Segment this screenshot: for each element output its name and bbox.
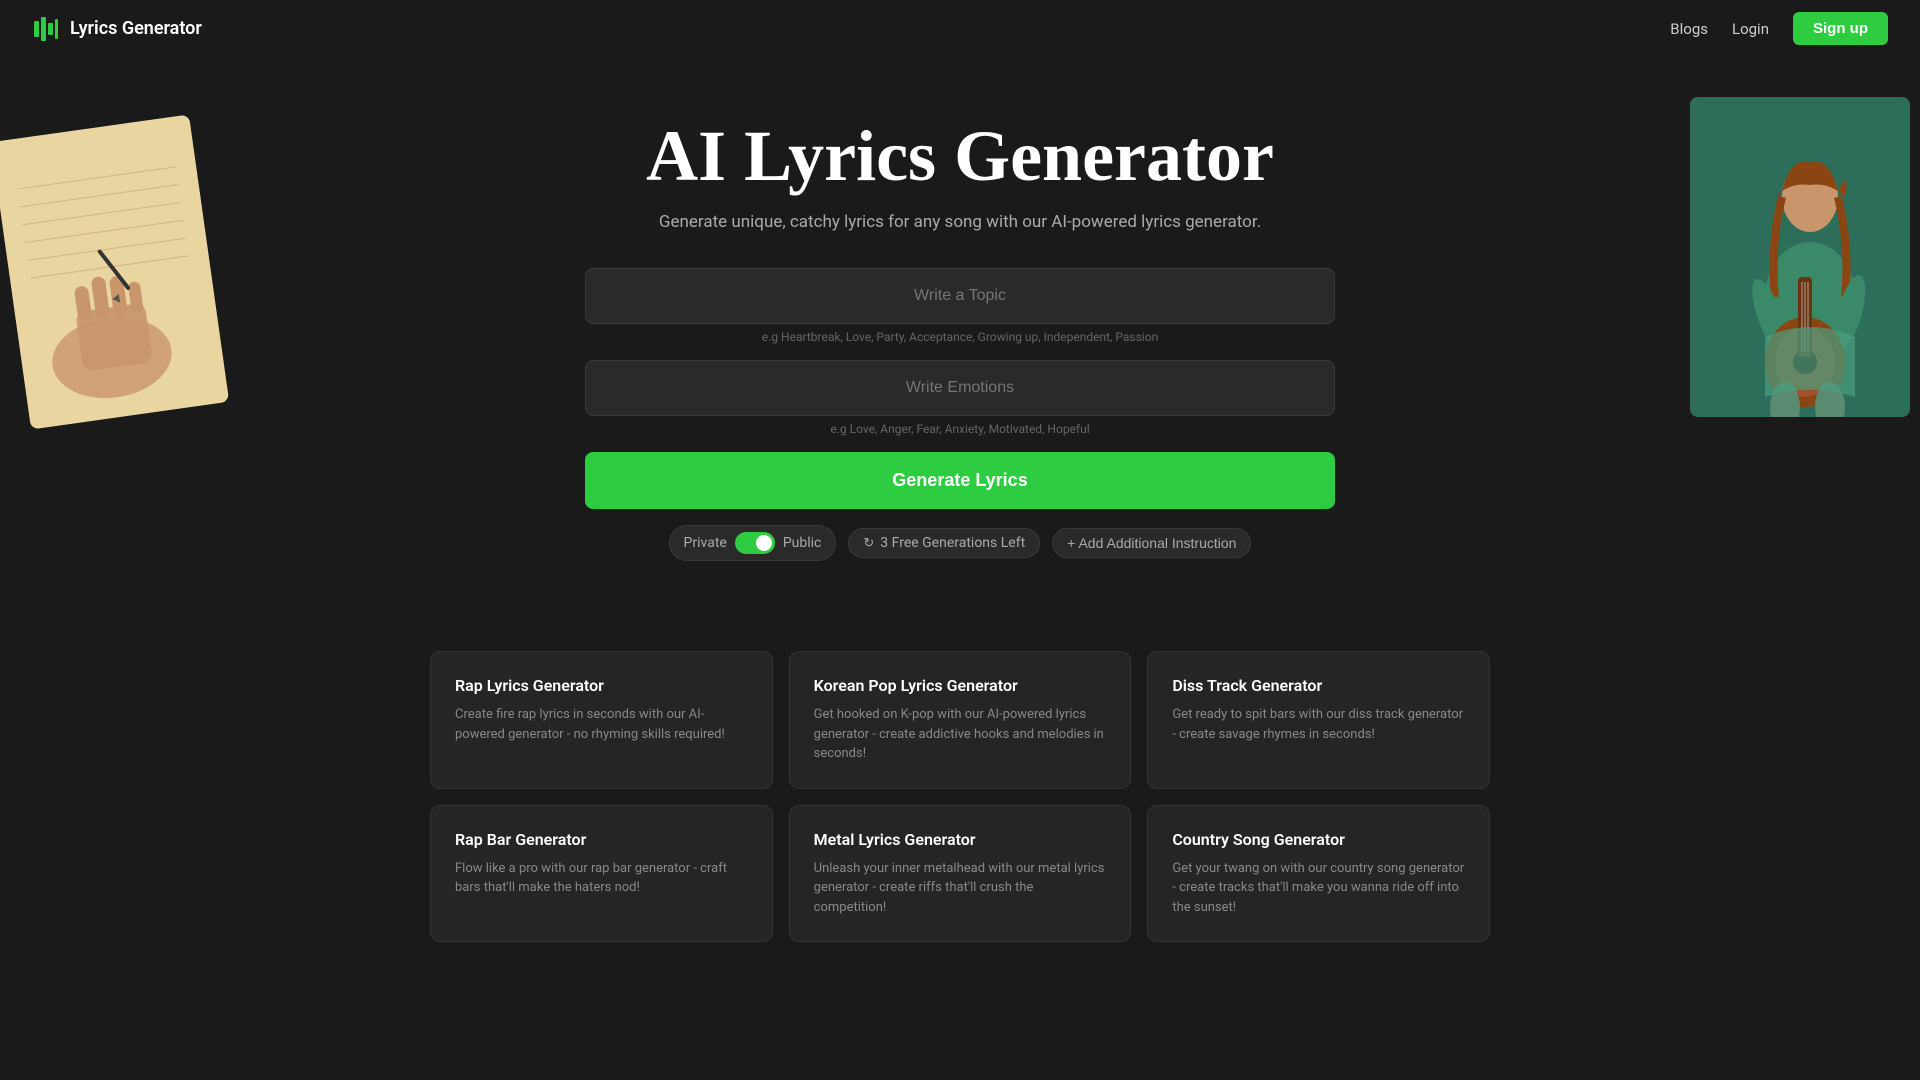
generate-button[interactable]: Generate Lyrics	[585, 452, 1335, 509]
card-item[interactable]: Country Song Generator Get your twang on…	[1147, 805, 1490, 943]
card-description: Flow like a pro with our rap bar generat…	[455, 859, 748, 898]
hero-section: AI Lyrics Generator Generate unique, cat…	[0, 57, 1920, 601]
card-description: Get your twang on with our country song …	[1172, 859, 1465, 918]
card-description: Get hooked on K-pop with our AI-powered …	[814, 705, 1107, 764]
card-item[interactable]: Rap Bar Generator Flow like a pro with o…	[430, 805, 773, 943]
navbar: Lyrics Generator Blogs Login Sign up	[0, 0, 1920, 57]
nav-links: Blogs Login Sign up	[1670, 12, 1888, 45]
logo[interactable]: Lyrics Generator	[32, 15, 202, 43]
card-item[interactable]: Diss Track Generator Get ready to spit b…	[1147, 651, 1490, 789]
toggle-slider	[735, 532, 775, 554]
refresh-icon: ↻	[863, 536, 874, 551]
card-item[interactable]: Korean Pop Lyrics Generator Get hooked o…	[789, 651, 1132, 789]
login-link[interactable]: Login	[1732, 20, 1769, 38]
cards-section: Rap Lyrics Generator Create fire rap lyr…	[410, 651, 1510, 942]
public-label: Public	[783, 535, 822, 551]
card-title: Rap Bar Generator	[455, 830, 748, 849]
form-container: e.g Heartbreak, Love, Party, Acceptance,…	[565, 268, 1355, 561]
add-instruction-button[interactable]: + Add Additional Instruction	[1052, 528, 1251, 558]
brand-name: Lyrics Generator	[70, 18, 202, 39]
generations-text: 3 Free Generations Left	[880, 535, 1025, 551]
cards-grid: Rap Lyrics Generator Create fire rap lyr…	[430, 651, 1490, 942]
card-title: Diss Track Generator	[1172, 676, 1465, 695]
card-description: Get ready to spit bars with our diss tra…	[1172, 705, 1465, 744]
privacy-toggle[interactable]	[735, 532, 775, 554]
signup-button[interactable]: Sign up	[1793, 12, 1888, 45]
logo-icon	[32, 15, 60, 43]
topic-hint: e.g Heartbreak, Love, Party, Acceptance,…	[585, 330, 1335, 344]
card-description: Unleash your inner metalhead with our me…	[814, 859, 1107, 918]
card-title: Korean Pop Lyrics Generator	[814, 676, 1107, 695]
card-title: Country Song Generator	[1172, 830, 1465, 849]
controls-row: Private Public ↻ 3 Free Generations Left…	[585, 525, 1335, 561]
hero-subtitle: Generate unique, catchy lyrics for any s…	[20, 212, 1900, 232]
emotions-hint: e.g Love, Anger, Fear, Anxiety, Motivate…	[585, 422, 1335, 436]
privacy-toggle-container: Private Public	[669, 525, 837, 561]
emotions-input[interactable]	[585, 360, 1335, 416]
card-title: Metal Lyrics Generator	[814, 830, 1107, 849]
card-item[interactable]: Metal Lyrics Generator Unleash your inne…	[789, 805, 1132, 943]
blogs-link[interactable]: Blogs	[1670, 20, 1708, 38]
topic-input[interactable]	[585, 268, 1335, 324]
card-description: Create fire rap lyrics in seconds with o…	[455, 705, 748, 744]
generations-badge: ↻ 3 Free Generations Left	[848, 528, 1040, 558]
card-title: Rap Lyrics Generator	[455, 676, 748, 695]
private-label: Private	[684, 535, 727, 551]
card-item[interactable]: Rap Lyrics Generator Create fire rap lyr…	[430, 651, 773, 789]
hero-title: AI Lyrics Generator	[20, 117, 1900, 196]
